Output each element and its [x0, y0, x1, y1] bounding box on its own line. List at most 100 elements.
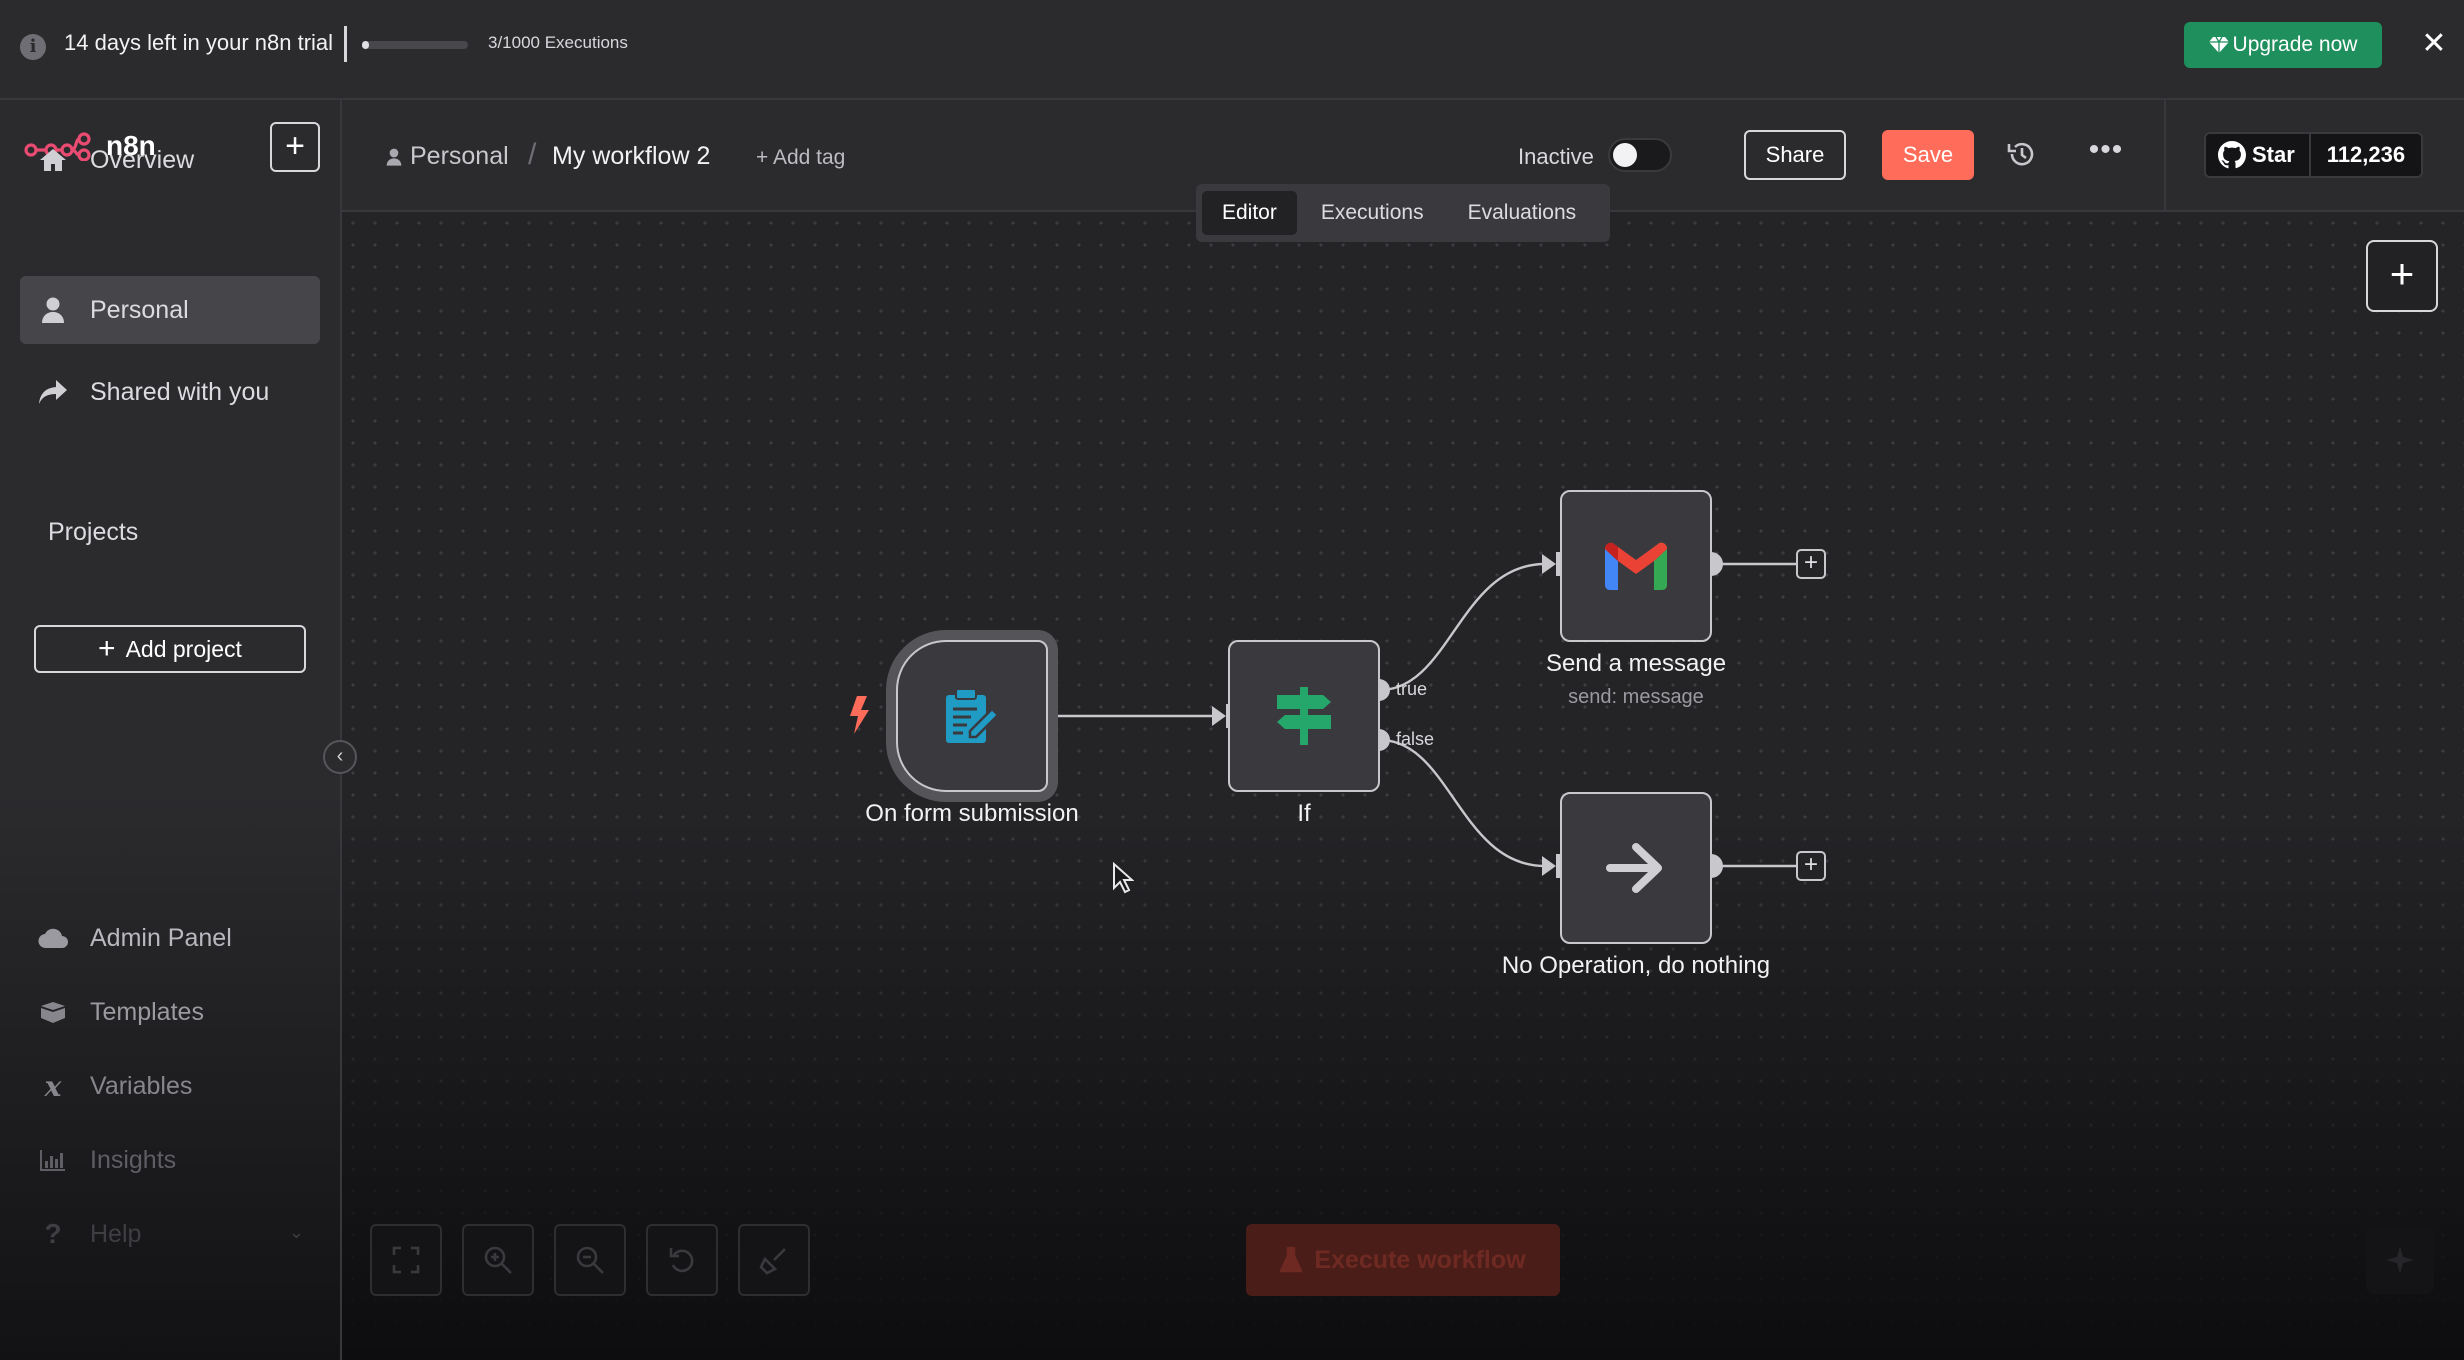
more-options-icon[interactable]: ••• [2086, 135, 2126, 170]
user-icon [386, 148, 402, 166]
tab-evaluations[interactable]: Evaluations [1448, 191, 1597, 235]
collapse-sidebar-button[interactable]: ‹ [323, 740, 357, 774]
user-icon [38, 295, 68, 325]
sidebar-item-label: Personal [90, 295, 189, 324]
sidebar-item-admin-panel[interactable]: Admin Panel [20, 908, 320, 968]
breadcrumb-project-label: Personal [410, 142, 509, 170]
output-label-false: false [1396, 729, 1435, 749]
save-button[interactable]: Save [1882, 130, 1974, 180]
sidebar-item-label: Insights [90, 1145, 177, 1174]
variable-icon: x [44, 1069, 62, 1103]
plus-icon: + [98, 632, 116, 665]
executions-progress-fill [362, 41, 370, 49]
sidebar-item-label: Variables [90, 1071, 193, 1100]
execute-workflow-button[interactable]: Execute workflow [1246, 1224, 1560, 1296]
sidebar-item-insights[interactable]: Insights [20, 1130, 320, 1190]
workflow-canvas[interactable] [342, 212, 2464, 1360]
tidy-up-button[interactable] [738, 1224, 810, 1296]
node-label: Send a message [1545, 650, 1727, 677]
active-toggle[interactable] [1608, 138, 1672, 172]
github-star-label: Star [2252, 142, 2295, 167]
diamond-icon [2208, 36, 2229, 53]
header-divider [2164, 100, 2166, 212]
tab-executions[interactable]: Executions [1301, 191, 1444, 235]
executions-progress-bar [362, 41, 468, 49]
sidebar-item-shared-with-you[interactable]: Shared with you [20, 358, 320, 426]
node-label: No Operation, do nothing [1501, 952, 1771, 979]
workflow-status-label: Inactive [1518, 144, 1594, 169]
info-icon: i [20, 34, 46, 60]
add-project-label: Add project [125, 635, 242, 662]
sidebar-item-templates[interactable]: Templates [20, 982, 320, 1042]
box-icon [38, 997, 68, 1027]
chart-icon [38, 1145, 68, 1175]
breadcrumb-separator: / [528, 138, 537, 171]
sidebar-item-label: Help [90, 1219, 142, 1248]
sidebar-item-help[interactable]: ? Help ⌄ [20, 1204, 320, 1264]
view-tabs: Editor Executions Evaluations [1196, 184, 1610, 242]
mouse-cursor-icon [1113, 862, 1134, 894]
sidebar-item-label: Overview [90, 145, 195, 174]
node-label: On form submission [865, 800, 1079, 827]
executions-count: 3/1000 Executions [488, 33, 628, 52]
github-icon [2218, 141, 2246, 169]
sidebar-item-label: Shared with you [90, 377, 270, 406]
help-icon: ? [44, 1218, 62, 1249]
workflow-name[interactable]: My workflow 2 [552, 142, 710, 171]
reset-zoom-button[interactable] [646, 1224, 718, 1296]
close-banner-icon[interactable]: ✕ [2418, 24, 2450, 64]
flask-icon [1280, 1247, 1303, 1273]
zoom-in-icon [484, 1246, 512, 1274]
history-icon[interactable] [2006, 138, 2038, 170]
add-project-button[interactable]: + Add project [34, 625, 306, 673]
sidebar-item-variables[interactable]: x Variables [20, 1056, 320, 1116]
sparkle-icon [2386, 1246, 2414, 1274]
tab-editor[interactable]: Editor [1202, 191, 1297, 235]
home-icon [38, 145, 68, 175]
add-tag-button[interactable]: + Add tag [756, 146, 845, 170]
gmail-icon [1605, 542, 1667, 590]
node-no-operation[interactable] [1560, 792, 1712, 944]
node-send-a-message[interactable] [1560, 490, 1712, 642]
share-icon [38, 377, 68, 407]
zoom-in-button[interactable] [462, 1224, 534, 1296]
zoom-out-icon [576, 1246, 604, 1274]
sidebar: n8n + Overview Personal Shared with you … [0, 100, 342, 1360]
node-if[interactable] [1228, 640, 1380, 792]
chevron-down-icon: ⌄ [288, 1222, 304, 1242]
add-next-node-button[interactable]: + [1796, 851, 1826, 881]
banner-separator [344, 26, 347, 62]
github-star-count: 112,236 [2310, 134, 2422, 176]
broom-icon [759, 1248, 786, 1275]
zoom-to-fit-button[interactable] [370, 1224, 442, 1296]
sidebar-item-personal[interactable]: Personal [20, 276, 320, 344]
toggle-knob [1613, 143, 1637, 167]
undo-icon [669, 1248, 694, 1273]
node-label: If [1297, 800, 1311, 827]
trial-banner: i 14 days left in your n8n trial 3/1000 … [0, 0, 2464, 100]
zoom-out-button[interactable] [554, 1224, 626, 1296]
node-on-form-submission[interactable] [896, 640, 1048, 792]
form-icon [946, 688, 1000, 743]
node-subtitle: send: message [1568, 686, 1704, 708]
github-star-button[interactable]: Star 112,236 [2204, 132, 2424, 178]
sidebar-item-label: Admin Panel [90, 923, 232, 952]
projects-title: Projects [48, 518, 139, 546]
upgrade-now-button[interactable]: Upgrade now [2184, 22, 2382, 68]
sidebar-item-label: Templates [90, 997, 204, 1026]
execute-workflow-label: Execute workflow [1314, 1245, 1526, 1274]
trial-text: 14 days left in your n8n trial [64, 30, 334, 55]
add-node-button[interactable]: + [2366, 240, 2438, 312]
upgrade-label: Upgrade now [2232, 33, 2358, 56]
ai-assistant-button[interactable] [2366, 1226, 2434, 1294]
cloud-icon [38, 923, 68, 953]
add-next-node-button[interactable]: + [1796, 549, 1826, 579]
github-star-part: Star [2206, 134, 2311, 176]
breadcrumb-project[interactable]: Personal [386, 142, 509, 171]
share-button[interactable]: Share [1744, 130, 1846, 180]
trigger-bolt-icon [850, 696, 869, 734]
fit-view-icon [392, 1246, 420, 1274]
sidebar-item-overview[interactable]: Overview [20, 126, 320, 194]
signpost-icon [1277, 687, 1331, 745]
output-label-true: true [1396, 679, 1428, 699]
